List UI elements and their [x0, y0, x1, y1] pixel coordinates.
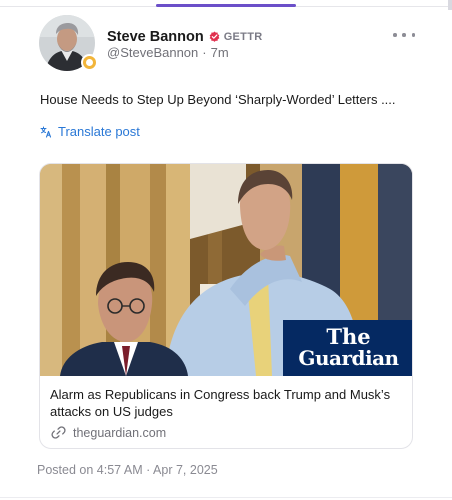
translate-icon	[40, 126, 52, 138]
active-tab-indicator	[156, 4, 296, 7]
platform-tag: GETTR	[223, 30, 263, 43]
author-name-row: Steve Bannon GETTR	[107, 28, 262, 45]
author-meta: @SteveBannon · 7m	[107, 45, 229, 60]
guardian-logo: The Guardian	[283, 320, 412, 376]
article-image: The Guardian	[40, 164, 412, 376]
more-options-button[interactable]	[393, 28, 415, 42]
meta-separator: ·	[202, 45, 207, 60]
post-text: House Needs to Step Up Beyond ‘Sharply-W…	[40, 92, 396, 107]
link-icon	[51, 426, 66, 439]
display-name[interactable]: Steve Bannon	[107, 29, 204, 45]
article-source: theguardian.com	[51, 425, 166, 440]
gold-badge-icon	[81, 54, 98, 71]
dot-icon	[411, 33, 415, 37]
author-handle[interactable]: @SteveBannon	[107, 45, 198, 60]
dot-icon	[402, 33, 406, 37]
scrollbar[interactable]	[448, 0, 452, 10]
posted-timestamp: Posted on 4:57 AM · Apr 7, 2025	[37, 463, 218, 477]
link-preview-card[interactable]: The Guardian Alarm as Republicans in Con…	[39, 163, 413, 449]
article-title[interactable]: Alarm as Republicans in Congress back Tr…	[50, 386, 400, 420]
guardian-logo-line1: The	[326, 324, 371, 349]
article-domain: theguardian.com	[73, 425, 167, 440]
dot-icon	[393, 33, 397, 37]
guardian-logo-line2: Guardian	[298, 346, 399, 370]
post-time: 7m	[210, 45, 229, 60]
verified-icon	[209, 31, 220, 42]
translate-post-button[interactable]: Translate post	[40, 124, 140, 139]
bottom-divider	[0, 497, 452, 498]
translate-label: Translate post	[58, 124, 140, 139]
